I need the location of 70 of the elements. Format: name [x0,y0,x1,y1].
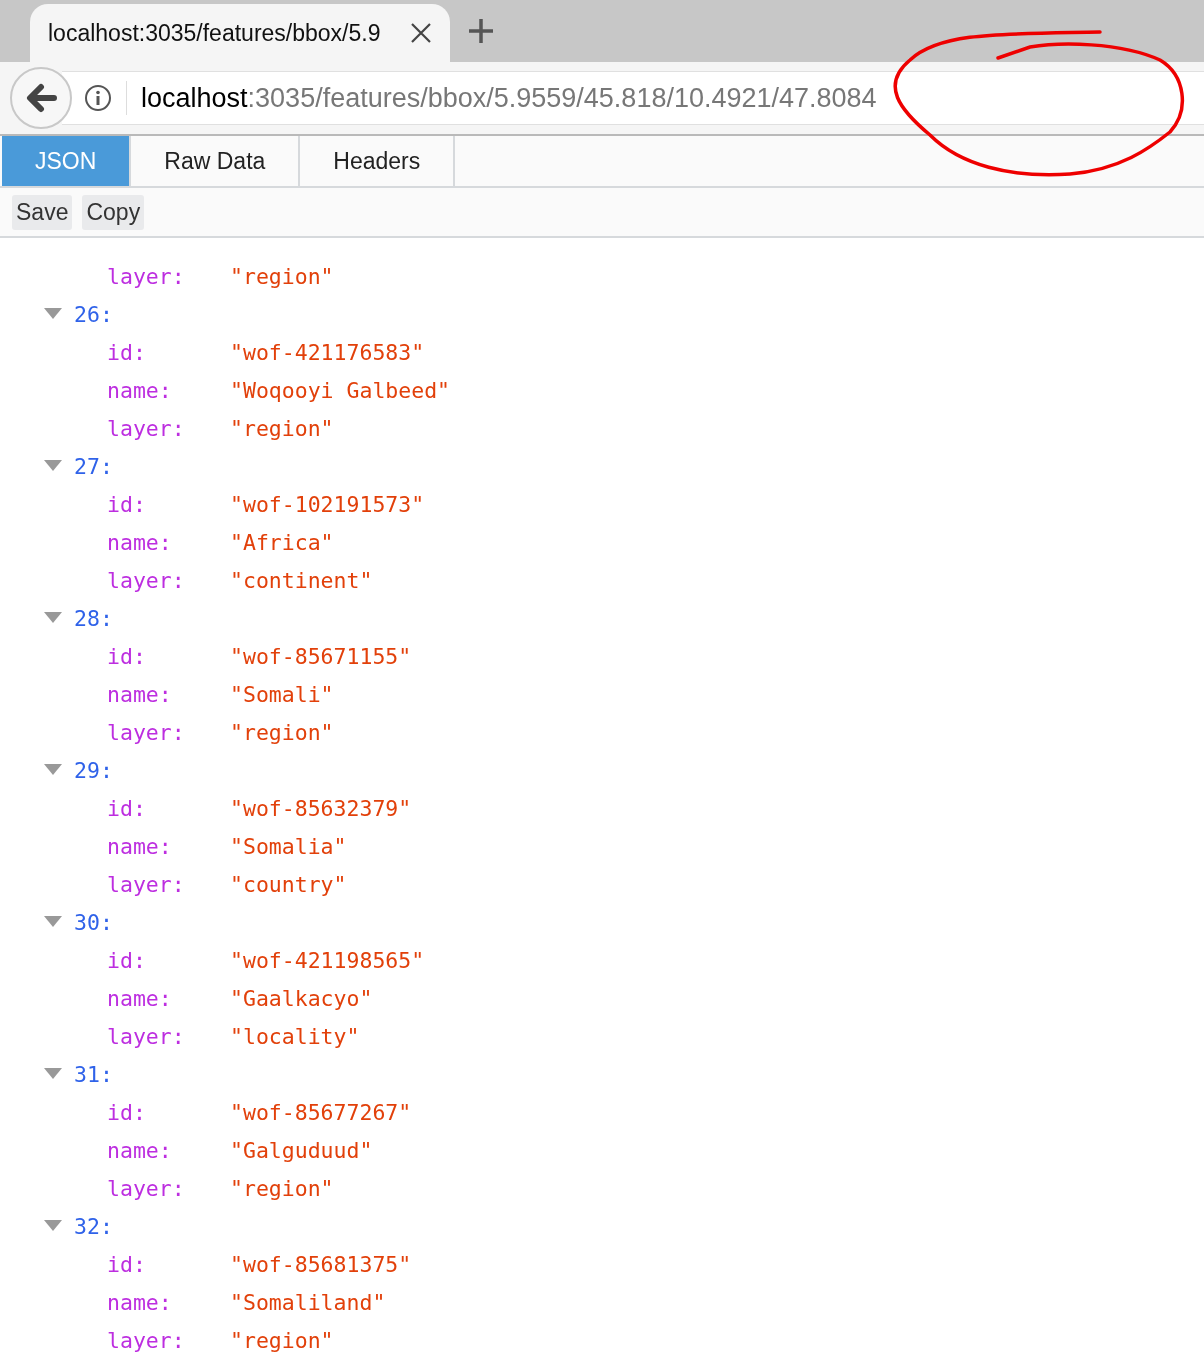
json-value: "wof-85671155" [230,643,412,669]
address-field[interactable]: localhost:3035/features/bbox/5.9559/45.818/10.4921/47.8084 [62,71,1204,125]
json-value: "wof-85681375" [230,1251,412,1277]
json-key: layer: [107,567,230,593]
json-key: name: [107,1137,230,1163]
json-value: "Somaliland" [230,1289,386,1315]
triangle-icon[interactable] [44,916,62,928]
viewer-tab[interactable]: Raw Data [131,136,301,186]
json-value: "wof-421176583" [230,339,425,365]
json-value: "wof-85632379" [230,795,412,821]
json-key: id: [107,795,230,821]
json-value: "region" [230,263,334,289]
json-value: "Woqooyi Galbeed" [230,377,451,403]
json-key: id: [107,1099,230,1125]
json-key: name: [107,681,230,707]
array-index: 27: [74,453,113,479]
url-text: localhost:3035/features/bbox/5.9559/45.818/10.4921/47.8084 [141,82,877,114]
json-value: "region" [230,1175,334,1201]
json-key: id: [107,1251,230,1277]
json-value: "wof-85677267" [230,1099,412,1125]
json-key: layer: [107,1175,230,1201]
json-key: layer: [107,1023,230,1049]
json-value: "Somalia" [230,833,347,859]
json-key: layer: [107,415,230,441]
array-index: 28: [74,605,113,631]
json-value: "region" [230,719,334,745]
copy-button[interactable]: Copy [82,194,145,230]
json-key: id: [107,491,230,517]
json-key: name: [107,985,230,1011]
triangle-icon[interactable] [44,1068,62,1080]
json-value: "country" [230,871,347,897]
json-key: id: [107,643,230,669]
close-icon[interactable] [410,22,432,44]
json-value: "Gaalkacyo" [230,985,373,1011]
array-index: 30: [74,909,113,935]
json-value: "Africa" [230,529,334,555]
plus-icon[interactable] [468,18,494,44]
json-key: layer: [107,719,230,745]
triangle-icon[interactable] [44,612,62,624]
save-button[interactable]: Save [12,194,73,230]
tab-title: localhost:3035/features/bbox/5.9 [48,19,382,47]
back-arrow-icon [25,83,57,113]
triangle-icon[interactable] [44,1220,62,1232]
array-index: 26: [74,301,113,327]
json-key: layer: [107,871,230,897]
json-value: "locality" [230,1023,360,1049]
json-value: "continent" [230,567,373,593]
json-key: layer: [107,263,230,289]
json-key: layer: [107,1327,230,1353]
json-key: name: [107,833,230,859]
json-key: name: [107,377,230,403]
json-value: "Somali" [230,681,334,707]
json-key: id: [107,947,230,973]
triangle-icon[interactable] [44,764,62,776]
json-value: "wof-421198565" [230,947,425,973]
browser-tab[interactable]: localhost:3035/features/bbox/5.9 [30,4,450,62]
json-key: name: [107,529,230,555]
json-key: id: [107,339,230,365]
info-icon[interactable] [84,84,112,112]
json-value: "Galguduud" [230,1137,373,1163]
array-index: 29: [74,757,113,783]
json-value: "wof-102191573" [230,491,425,517]
array-index: 31: [74,1061,113,1087]
json-key: name: [107,1289,230,1315]
array-index: 32: [74,1213,113,1239]
json-value: "region" [230,1327,334,1353]
triangle-icon[interactable] [44,460,62,472]
json-value: "region" [230,415,334,441]
triangle-icon[interactable] [44,308,62,320]
viewer-tab[interactable]: Headers [300,136,456,186]
